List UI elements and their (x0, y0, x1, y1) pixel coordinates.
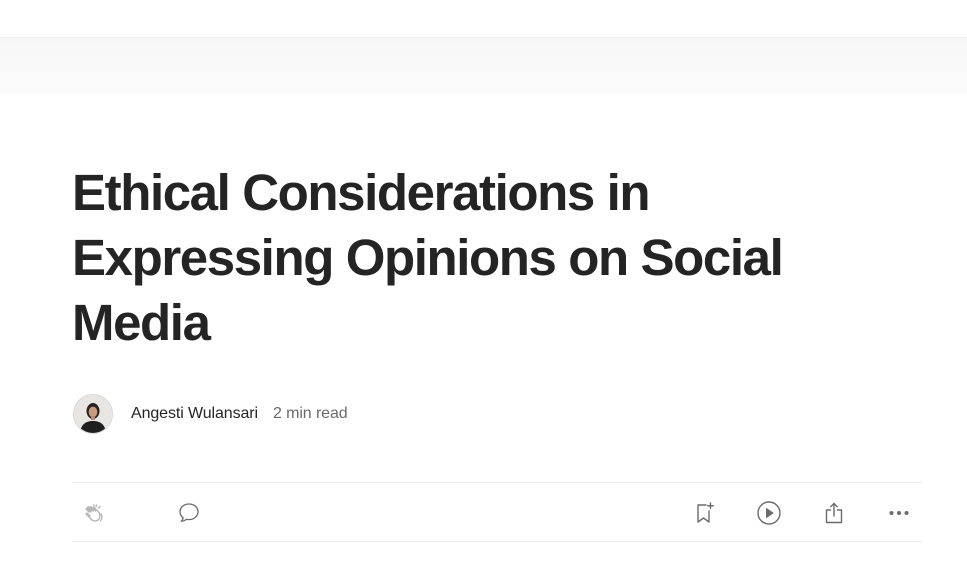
author-avatar[interactable] (73, 394, 113, 434)
clap-icon (85, 504, 103, 522)
speech-bubble-icon (179, 503, 199, 522)
bookmark-button[interactable] (691, 500, 717, 526)
bookmark-plus-icon (697, 502, 714, 523)
article-title: Ethical Considerations in Expressing Opi… (72, 164, 784, 351)
listen-button[interactable] (756, 500, 782, 526)
share-icon (825, 502, 843, 524)
author-name[interactable]: Angesti Wulansari (131, 405, 258, 423)
more-horizontal-icon (889, 511, 909, 515)
more-options-button[interactable] (886, 500, 912, 526)
play-circle-icon (757, 501, 781, 525)
article-action-bar (72, 482, 922, 542)
share-button[interactable] (821, 500, 847, 526)
top-navigation-bar (0, 0, 967, 37)
read-time: 2 min read (272, 405, 348, 422)
respond-button[interactable] (176, 500, 202, 526)
byline: Angesti Wulansari 2 min read (73, 393, 348, 435)
article-page: Ethical Considerations in Expressing Opi… (0, 0, 967, 570)
clap-button[interactable] (82, 500, 108, 526)
header-banner (0, 37, 967, 94)
author-avatar-image (74, 395, 112, 433)
